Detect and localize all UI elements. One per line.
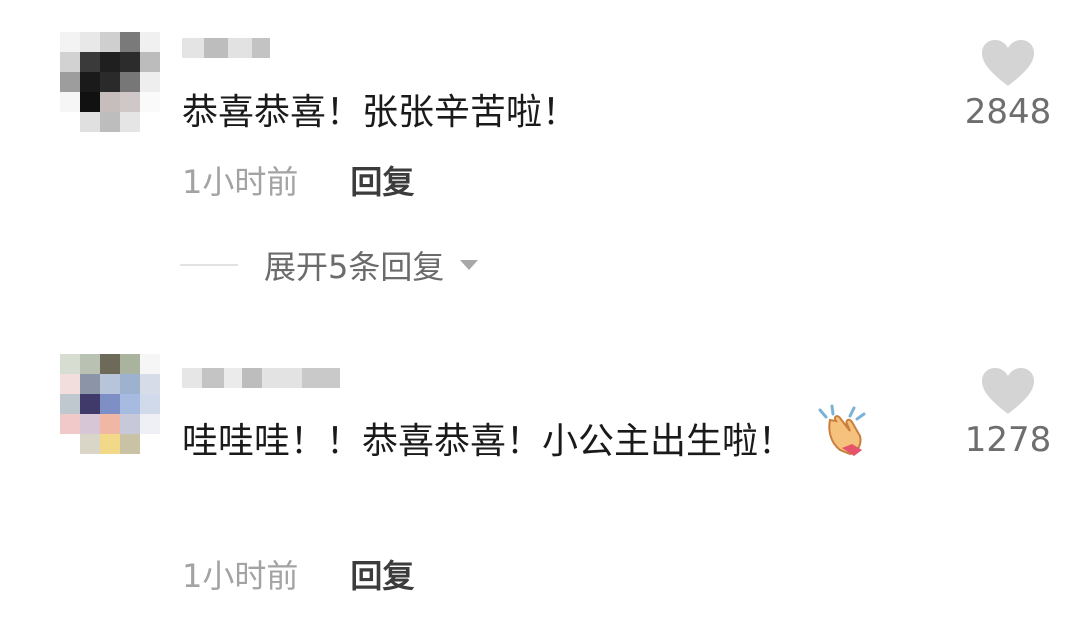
- like-count: 2848: [964, 92, 1052, 132]
- avatar[interactable]: [60, 32, 160, 132]
- like-button[interactable]: 1278: [958, 366, 1058, 460]
- like-button[interactable]: 2848: [958, 38, 1058, 132]
- expand-replies-button[interactable]: 展开5条回复: [180, 240, 480, 290]
- comment-text: 恭喜恭喜！张张辛苦啦！: [182, 80, 882, 146]
- heart-icon: [982, 40, 1034, 86]
- comment-text-body: 恭喜恭喜！张张辛苦啦！: [182, 92, 579, 133]
- like-count: 1278: [964, 420, 1052, 460]
- username-blurred[interactable]: [182, 28, 270, 68]
- reply-button[interactable]: 回复: [350, 551, 414, 597]
- timestamp: 1小时前: [182, 557, 299, 595]
- comment-text-body: 哇哇哇！！恭喜恭喜！小公主出生啦！: [182, 421, 795, 462]
- timestamp: 1小时前: [182, 163, 299, 201]
- clapping-hands-emoji: [812, 404, 872, 482]
- comment-meta: 1小时前 回复: [182, 552, 414, 596]
- comment-text: 哇哇哇！！恭喜恭喜！小公主出生啦！: [182, 404, 882, 482]
- username-blurred[interactable]: [182, 358, 340, 398]
- heart-icon: [982, 368, 1034, 414]
- caret-down-icon: [460, 260, 479, 270]
- reply-button[interactable]: 回复: [350, 157, 414, 203]
- avatar[interactable]: [60, 354, 160, 454]
- expand-replies-label: 展开5条回复: [264, 248, 445, 286]
- divider-line: [180, 264, 238, 266]
- comment-meta: 1小时前 回复: [182, 158, 414, 202]
